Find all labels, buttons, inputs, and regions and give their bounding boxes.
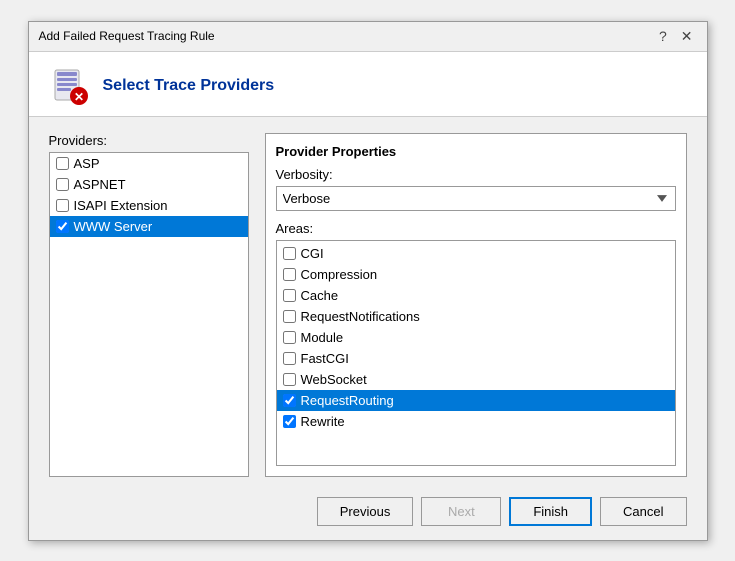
area-requestnotifications[interactable]: RequestNotifications: [277, 306, 675, 327]
area-cgi-label: CGI: [301, 246, 324, 261]
title-bar: Add Failed Request Tracing Rule ? ✕: [29, 22, 707, 52]
verbosity-label: Verbosity:: [276, 167, 676, 182]
area-compression-label: Compression: [301, 267, 378, 282]
area-module[interactable]: Module: [277, 327, 675, 348]
provider-www-label: WWW Server: [74, 219, 153, 234]
content: Providers: ASP ASPNET ISAPI: [29, 117, 707, 487]
properties-panel: Provider Properties Verbosity: Verbose W…: [265, 133, 687, 477]
area-fastcgi[interactable]: FastCGI: [277, 348, 675, 369]
providers-list: ASP ASPNET ISAPI Extension: [49, 152, 249, 477]
provider-isapi[interactable]: ISAPI Extension: [50, 195, 248, 216]
dialog: Add Failed Request Tracing Rule ? ✕ ✕ Se…: [28, 21, 708, 541]
properties-title: Provider Properties: [276, 144, 676, 159]
provider-www[interactable]: WWW Server: [50, 216, 248, 237]
area-cache-label: Cache: [301, 288, 339, 303]
provider-isapi-label: ISAPI Extension: [74, 198, 168, 213]
dialog-title: Add Failed Request Tracing Rule: [39, 29, 215, 43]
area-module-checkbox[interactable]: [283, 331, 296, 344]
area-requestrouting-label: RequestRouting: [301, 393, 394, 408]
main-area: Providers: ASP ASPNET ISAPI: [49, 133, 687, 477]
close-button[interactable]: ✕: [677, 28, 697, 45]
area-cgi[interactable]: CGI: [277, 243, 675, 264]
verbosity-select[interactable]: Verbose Warning Error CriticalError: [276, 186, 676, 211]
providers-panel: Providers: ASP ASPNET ISAPI: [49, 133, 249, 477]
provider-www-checkbox[interactable]: [56, 220, 69, 233]
next-button[interactable]: Next: [421, 497, 501, 526]
area-cache[interactable]: Cache: [277, 285, 675, 306]
area-compression[interactable]: Compression: [277, 264, 675, 285]
provider-asp-checkbox[interactable]: [56, 157, 69, 170]
previous-button[interactable]: Previous: [317, 497, 414, 526]
cancel-button[interactable]: Cancel: [600, 497, 686, 526]
help-button[interactable]: ?: [655, 28, 671, 45]
header-title: Select Trace Providers: [103, 77, 275, 95]
area-websocket-label: WebSocket: [301, 372, 367, 387]
provider-aspnet-checkbox[interactable]: [56, 178, 69, 191]
title-bar-buttons: ? ✕: [655, 28, 697, 45]
finish-button[interactable]: Finish: [509, 497, 592, 526]
header: ✕ Select Trace Providers: [29, 52, 707, 117]
area-rewrite[interactable]: Rewrite: [277, 411, 675, 432]
footer: Previous Next Finish Cancel: [29, 487, 707, 540]
area-requestnotifications-checkbox[interactable]: [283, 310, 296, 323]
svg-text:✕: ✕: [73, 90, 83, 104]
areas-label: Areas:: [276, 221, 676, 236]
area-websocket[interactable]: WebSocket: [277, 369, 675, 390]
provider-asp-label: ASP: [74, 156, 100, 171]
areas-list: CGI Compression Cache: [277, 241, 675, 465]
area-cache-checkbox[interactable]: [283, 289, 296, 302]
provider-isapi-checkbox[interactable]: [56, 199, 69, 212]
area-websocket-checkbox[interactable]: [283, 373, 296, 386]
properties-box: Provider Properties Verbosity: Verbose W…: [265, 133, 687, 477]
providers-label: Providers:: [49, 133, 249, 148]
area-requestnotifications-label: RequestNotifications: [301, 309, 420, 324]
area-compression-checkbox[interactable]: [283, 268, 296, 281]
provider-aspnet-label: ASPNET: [74, 177, 126, 192]
area-requestrouting[interactable]: RequestRouting: [277, 390, 675, 411]
area-fastcgi-label: FastCGI: [301, 351, 349, 366]
header-icon: ✕: [49, 66, 89, 106]
areas-list-wrapper: CGI Compression Cache: [276, 240, 676, 466]
area-module-label: Module: [301, 330, 344, 345]
provider-asp[interactable]: ASP: [50, 153, 248, 174]
area-fastcgi-checkbox[interactable]: [283, 352, 296, 365]
area-rewrite-checkbox[interactable]: [283, 415, 296, 428]
provider-aspnet[interactable]: ASPNET: [50, 174, 248, 195]
area-requestrouting-checkbox[interactable]: [283, 394, 296, 407]
area-cgi-checkbox[interactable]: [283, 247, 296, 260]
area-rewrite-label: Rewrite: [301, 414, 345, 429]
